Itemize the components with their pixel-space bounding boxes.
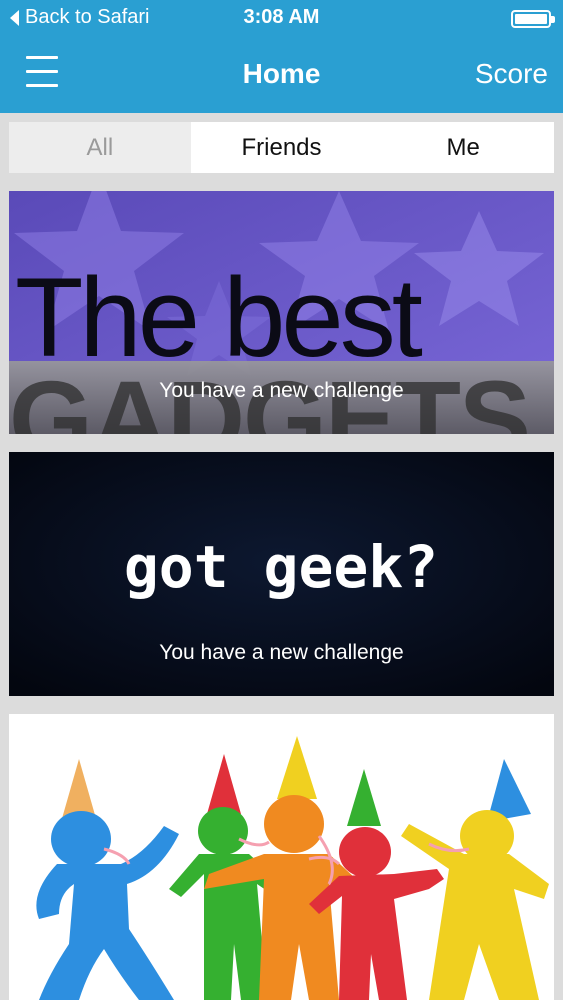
tab-me[interactable]: Me — [372, 122, 554, 173]
party-figures-illustration — [36, 736, 549, 1000]
challenge-card-geek[interactable]: got geek? You have a new challenge — [9, 452, 554, 696]
geek-headline: got geek? — [124, 533, 438, 601]
filter-segmented-control: All Friends Me — [9, 122, 554, 173]
challenge-card-gadgets[interactable]: The best GADGETS You have a new challeng… — [9, 191, 554, 434]
challenge-card-party[interactable] — [9, 714, 554, 1000]
status-bar: Back to Safari 3:08 AM — [0, 0, 563, 38]
challenge-caption: You have a new challenge — [159, 641, 404, 664]
battery-icon — [511, 10, 555, 28]
tab-all[interactable]: All — [9, 122, 191, 173]
challenge-caption: You have a new challenge — [159, 379, 404, 402]
score-button[interactable]: Score — [475, 58, 548, 90]
tab-friends[interactable]: Friends — [191, 122, 373, 173]
navigation-bar: Home Score — [0, 38, 563, 113]
status-time: 3:08 AM — [243, 6, 320, 28]
